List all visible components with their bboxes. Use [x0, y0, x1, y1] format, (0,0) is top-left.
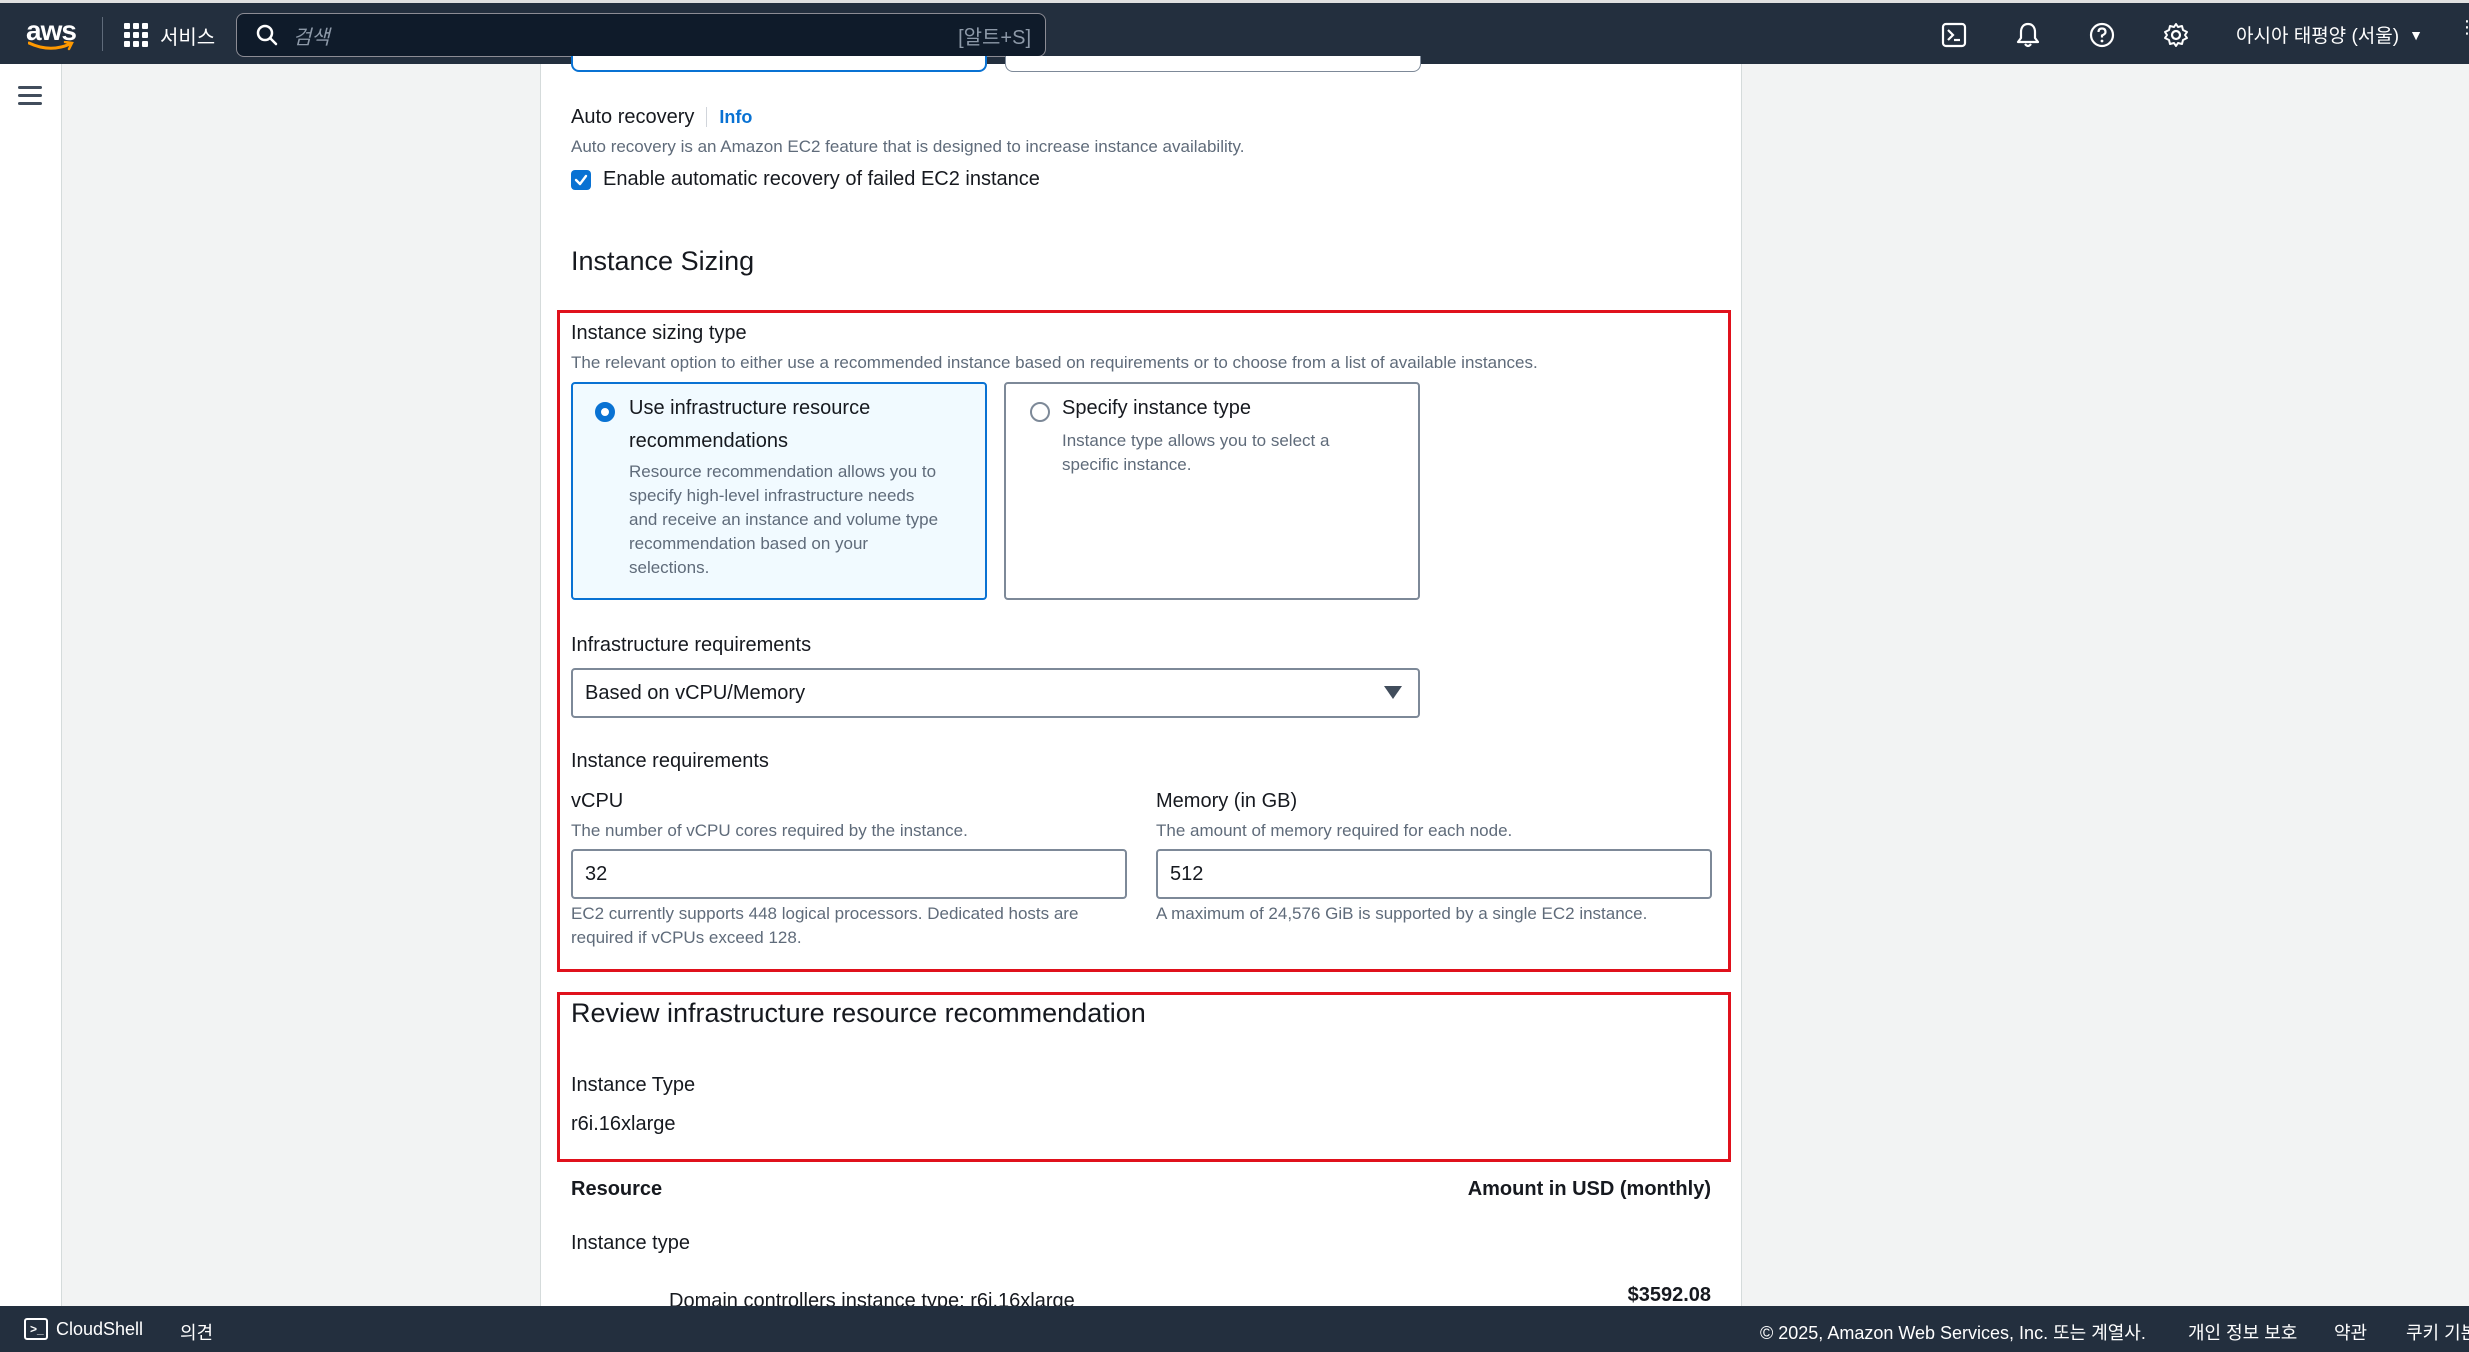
tile-specify-instance-type-description: Instance type allows you to select a spe… — [1062, 431, 1330, 474]
privacy-link[interactable]: 개인 정보 보호 — [2188, 1319, 2297, 1345]
vcpu-label: vCPU — [571, 790, 624, 812]
cookies-link[interactable]: 쿠키 기본 — [2406, 1319, 2469, 1345]
infrastructure-requirements-value: Based on vCPU/Memory — [585, 681, 806, 704]
checkmark-icon — [574, 174, 588, 185]
auto-recovery-checkbox-label: Enable automatic recovery of failed EC2 … — [603, 168, 1040, 190]
cloudshell-link[interactable]: CloudShell — [56, 1319, 143, 1340]
copyright-text: © 2025, Amazon Web Services, Inc. 또는 계열사… — [1760, 1323, 2146, 1343]
cost-table-row-amount: $3592.08 — [1627, 1284, 1711, 1306]
instance-sizing-type-description: The relevant option to either use a reco… — [571, 353, 1538, 372]
aws-logo[interactable]: aws — [26, 13, 78, 53]
memory-value: 512 — [1170, 862, 1204, 885]
search-input[interactable]: 검색 [알트+S] — [236, 13, 1046, 57]
cloudshell-footer-icon[interactable]: >_ — [24, 1318, 48, 1340]
more-icon[interactable]: ⋮ — [2458, 17, 2469, 38]
vcpu-description: The number of vCPU cores required by the… — [571, 821, 968, 840]
previous-field-left[interactable] — [571, 56, 987, 72]
nav-divider — [102, 17, 103, 51]
auto-recovery-checkbox[interactable] — [571, 169, 591, 190]
vcpu-hint: EC2 currently supports 448 logical proce… — [571, 904, 1079, 947]
search-icon — [256, 24, 278, 46]
gear-icon[interactable] — [2162, 21, 2190, 49]
vcpu-input[interactable]: 32 — [571, 849, 1127, 899]
cloudshell-icon[interactable] — [1940, 21, 1968, 49]
review-heading: Review infrastructure resource recommend… — [571, 998, 1146, 1028]
previous-field-right[interactable] — [1005, 56, 1421, 72]
tile-use-recommendations[interactable]: Use infrastructure resource recommendati… — [571, 382, 987, 600]
radio-specify-instance-type[interactable] — [1030, 402, 1050, 422]
review-instance-type-label: Instance Type — [571, 1074, 696, 1096]
chevron-down-icon: ▼ — [2409, 26, 2423, 43]
top-navigation-bar: aws 서비스 검색 [알트+S] 아시아 태평양 (서울) ▼ ⋮ — [0, 0, 2469, 64]
cost-table-group-label: Instance type — [571, 1232, 690, 1254]
memory-description: The amount of memory required for each n… — [1156, 821, 1513, 840]
tile-use-recommendations-description: Resource recommendation allows you to sp… — [629, 462, 939, 577]
memory-hint: A maximum of 24,576 GiB is supported by … — [1156, 904, 1648, 923]
tile-use-recommendations-title: Use infrastructure resource recommendati… — [629, 397, 871, 452]
instance-sizing-heading: Instance Sizing — [571, 246, 755, 276]
radio-use-recommendations[interactable] — [595, 402, 615, 422]
auto-recovery-description: Auto recovery is an Amazon EC2 feature t… — [571, 137, 1245, 156]
memory-label: Memory (in GB) — [1156, 790, 1298, 812]
grid-icon — [124, 23, 148, 47]
info-link[interactable]: Info — [706, 107, 753, 127]
main-content-panel: Auto recovery Info Auto recovery is an Am… — [540, 56, 1742, 1312]
bell-icon[interactable] — [2014, 21, 2042, 49]
region-label: 아시아 태평양 (서울) — [2236, 26, 2400, 47]
vcpu-value: 32 — [585, 862, 608, 885]
hamburger-menu-icon[interactable] — [18, 86, 44, 106]
terms-link[interactable]: 약관 — [2334, 1319, 2367, 1345]
tile-specify-instance-type[interactable]: Specify instance type Instance type allo… — [1004, 382, 1420, 600]
footer-bar: >_ CloudShell 의견 © 2025, Amazon Web Serv… — [0, 1306, 2469, 1352]
search-placeholder: 검색 — [293, 26, 330, 49]
services-label: 서비스 — [160, 26, 216, 49]
help-icon[interactable] — [2088, 21, 2116, 49]
memory-input[interactable]: 512 — [1156, 849, 1712, 899]
instance-requirements-label: Instance requirements — [571, 750, 769, 772]
region-selector[interactable]: 아시아 태평양 (서울) ▼ — [2236, 21, 2423, 48]
cost-table-header-amount: Amount in USD (monthly) — [1467, 1178, 1711, 1200]
auto-recovery-header: Auto recovery Info — [571, 106, 753, 129]
services-menu-button[interactable]: 서비스 — [124, 17, 215, 53]
infrastructure-requirements-select[interactable]: Based on vCPU/Memory — [571, 668, 1420, 718]
auto-recovery-label: Auto recovery — [571, 106, 695, 128]
instance-sizing-type-label: Instance sizing type — [571, 322, 747, 344]
search-shortcut-hint: [알트+S] — [958, 26, 1031, 49]
feedback-link[interactable]: 의견 — [180, 1319, 213, 1345]
aws-smile-icon — [28, 41, 74, 51]
review-instance-type-value: r6i.16xlarge — [571, 1113, 676, 1135]
cost-table-header-resource: Resource — [571, 1178, 663, 1200]
side-navigation-rail — [0, 64, 62, 1306]
caret-down-icon — [1384, 686, 1402, 699]
auto-recovery-checkbox-row[interactable]: Enable automatic recovery of failed EC2 … — [571, 168, 1040, 191]
infrastructure-requirements-label: Infrastructure requirements — [571, 634, 812, 656]
tile-specify-instance-type-title: Specify instance type — [1062, 397, 1251, 419]
